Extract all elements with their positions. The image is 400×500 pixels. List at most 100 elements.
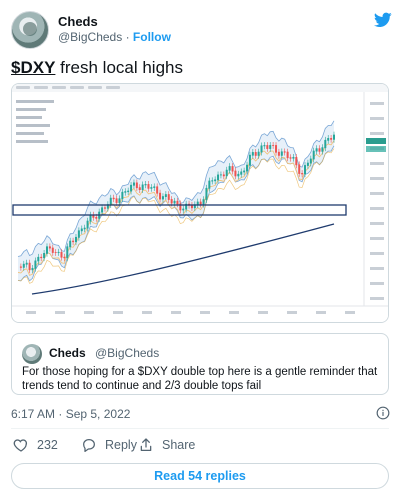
candle-body [228, 166, 231, 171]
candle-body [144, 184, 147, 186]
candle-body [199, 201, 202, 205]
candle-body [240, 171, 243, 175]
author-name[interactable]: Cheds [58, 14, 98, 29]
candle-body [115, 198, 118, 203]
candle-body [48, 246, 51, 249]
legend-line [16, 140, 48, 143]
last-price-label [366, 138, 386, 144]
share-icon [140, 438, 152, 451]
price-tick-label [370, 207, 384, 210]
candle-body [147, 184, 150, 189]
candle-body [182, 208, 185, 211]
candle-body [272, 145, 275, 146]
reply-label: Reply [105, 438, 137, 452]
candle-body [19, 266, 22, 268]
legend-line [16, 124, 50, 127]
read-replies-button[interactable]: Read 54 replies [11, 463, 389, 489]
candle-body [231, 166, 234, 172]
twitter-bird-icon[interactable] [374, 12, 392, 28]
candle-body [214, 179, 217, 182]
toolbar-button [34, 86, 48, 89]
tweet-timestamp[interactable]: 6:17 AM · Sep 5, 2022 [11, 407, 130, 421]
candle-body [173, 200, 176, 204]
price-tick-label [370, 102, 384, 105]
candle-body [51, 247, 54, 253]
chart-image[interactable] [11, 83, 389, 323]
chart-image-graphic [12, 84, 388, 322]
author-avatar[interactable] [11, 11, 49, 49]
candle-body [22, 263, 25, 268]
candle-body [318, 148, 321, 152]
candle-body [66, 246, 69, 259]
price-tick-label [370, 117, 384, 120]
share-button[interactable]: Share [138, 437, 195, 453]
candle-body [219, 174, 222, 176]
candle-body [289, 157, 292, 159]
legend-line [16, 116, 42, 119]
candle-body [306, 162, 309, 166]
toolbar-button [70, 86, 84, 89]
price-tick-label [370, 267, 384, 270]
candle-body [127, 190, 130, 193]
price-label [366, 146, 386, 152]
candle-body [101, 207, 104, 213]
time-tick-label [142, 311, 152, 314]
toolbar-button [88, 86, 102, 89]
candle-body [170, 199, 173, 204]
candle-body [34, 260, 37, 269]
candle-body [263, 145, 266, 147]
time-tick-label [113, 311, 123, 314]
candle-body [28, 262, 31, 271]
divider [11, 428, 389, 429]
price-tick-label [370, 192, 384, 195]
candle-body [121, 191, 124, 200]
time-tick-label [55, 311, 65, 314]
time-tick-label [171, 311, 181, 314]
candle-body [327, 138, 330, 141]
toolbar-button [52, 86, 66, 89]
candle-body [208, 180, 211, 189]
candle-body [211, 180, 214, 182]
author-handle[interactable]: @BigCheds [58, 30, 122, 44]
quote-text: For those hoping for a $DXY double top h… [22, 366, 378, 392]
candle-body [43, 252, 46, 259]
candle-body [159, 192, 162, 200]
candle-body [83, 227, 86, 230]
separator-dot: · [125, 30, 130, 44]
author-handle-row: @BigCheds · Follow [58, 30, 171, 44]
candle-body [283, 151, 286, 153]
candle-body [124, 191, 127, 193]
info-icon[interactable] [376, 406, 390, 420]
candle-body [301, 173, 304, 175]
quoted-tweet[interactable]: Cheds @BigCheds For those hoping for a $… [11, 333, 389, 395]
candle-body [280, 151, 283, 156]
candle-body [237, 173, 240, 177]
candle-body [40, 256, 43, 259]
candle-body [234, 170, 237, 177]
share-label: Share [162, 438, 196, 452]
candle-body [95, 216, 98, 219]
candle-body [164, 194, 167, 197]
candle-body [205, 187, 208, 201]
candle-body [150, 187, 153, 189]
candle-body [167, 194, 170, 200]
time-tick-label [316, 311, 326, 314]
price-tick-label [370, 297, 384, 300]
reply-button[interactable]: Reply [81, 437, 137, 453]
candle-body [60, 251, 63, 258]
time-tick-label [200, 311, 210, 314]
candle-body [260, 145, 263, 153]
candle-body [77, 230, 80, 238]
cashtag-link[interactable]: $DXY [11, 58, 55, 77]
like-button[interactable]: 232 [13, 437, 58, 453]
price-tick-label [370, 237, 384, 240]
follow-button[interactable]: Follow [133, 30, 171, 44]
price-tick-label [370, 282, 384, 285]
candle-body [54, 252, 57, 253]
candle-body [243, 170, 246, 173]
price-tick-label [370, 177, 384, 180]
candle-body [292, 156, 295, 159]
candle-body [248, 154, 251, 166]
time-tick-label [84, 311, 94, 314]
candle-body [254, 152, 257, 156]
